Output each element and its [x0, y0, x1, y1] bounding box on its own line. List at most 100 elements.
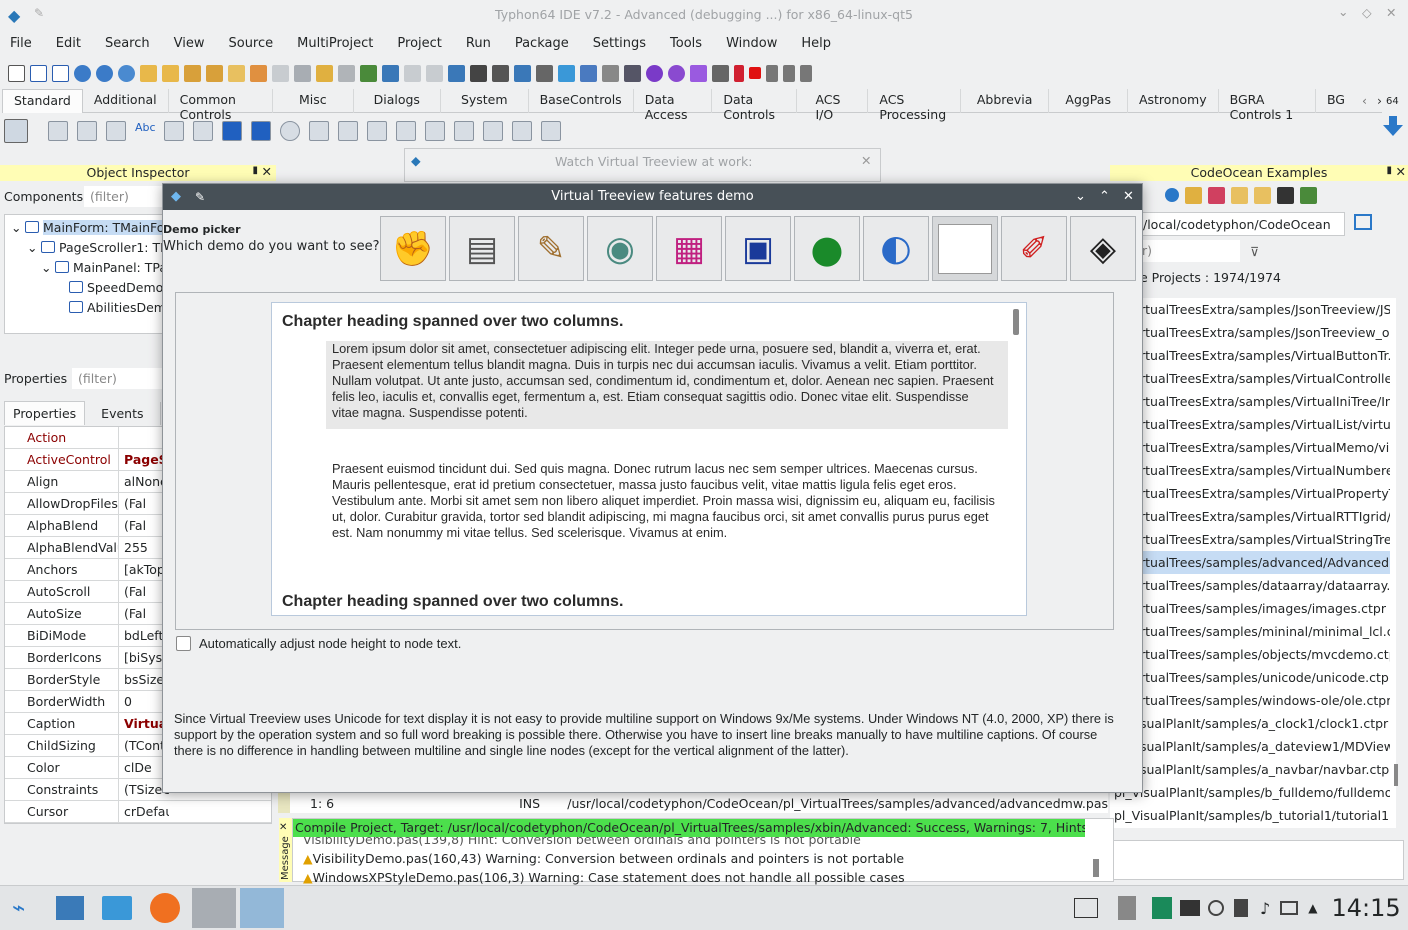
package-icon[interactable]: [206, 64, 223, 82]
tab-standard[interactable]: Standard: [2, 88, 83, 113]
list-item[interactable]: rtualTreesExtra/samples/JsonTreeview_o..…: [1110, 321, 1390, 344]
demo-multiline-button[interactable]: [932, 216, 998, 281]
menu-package[interactable]: Package: [515, 36, 569, 51]
tab-dialogs[interactable]: Dialogs: [354, 88, 441, 113]
auto-adjust-option[interactable]: Automatically adjust node height to node…: [176, 636, 461, 651]
demo-drawing-button[interactable]: ▣: [725, 216, 791, 281]
dialog-close-icon[interactable]: ✕: [1123, 184, 1134, 210]
co-binoculars-icon[interactable]: [1277, 186, 1294, 204]
demo-grid-button[interactable]: ▦: [656, 216, 722, 281]
list-item[interactable]: rtualTreesExtra/samples/VirtualControlle…: [1110, 367, 1390, 390]
radiobutton-icon[interactable]: [280, 121, 300, 141]
edit-icon[interactable]: [360, 64, 377, 82]
close-icon[interactable]: ✕: [1386, 5, 1396, 20]
demo-visibility-button[interactable]: ◉: [587, 216, 653, 281]
tab-system[interactable]: System: [441, 88, 529, 113]
view-forms-icon[interactable]: [272, 64, 289, 82]
list-item[interactable]: rtualTrees/samples/mininal/minimal_lcl.c…: [1110, 620, 1390, 643]
step-out-icon[interactable]: [800, 64, 812, 82]
find-in-files-icon[interactable]: [492, 64, 509, 82]
list-item[interactable]: rtualTrees/samples/windows-ole/ole.ctpr: [1110, 689, 1390, 712]
list-item-selected[interactable]: rtualTrees/samples/advanced/Advanced....: [1110, 551, 1390, 574]
radiogroup-icon[interactable]: [425, 121, 445, 141]
tools-icon[interactable]: [602, 64, 619, 82]
list-item[interactable]: rtualTreesExtra/samples/VirtualPropertyT…: [1110, 482, 1390, 505]
layers-icon[interactable]: [580, 64, 597, 82]
trash-icon[interactable]: [1118, 896, 1136, 920]
tab-bg[interactable]: BG: [1316, 89, 1356, 113]
demo-windows-button[interactable]: ◐: [863, 216, 929, 281]
tab-acs-processing[interactable]: ACS Processing: [868, 88, 961, 122]
checkgroup-icon[interactable]: [454, 121, 474, 141]
scrollbar-icon[interactable]: [367, 121, 387, 141]
codeocean-search[interactable]: r): [1140, 240, 1240, 262]
messages-close-icon[interactable]: ✕: [279, 822, 287, 833]
tab-acs-io[interactable]: ACS I/O: [797, 88, 869, 122]
binoculars-icon[interactable]: [470, 64, 487, 82]
messages-scrollbar[interactable]: [1093, 859, 1099, 877]
save-icon[interactable]: [294, 64, 311, 82]
menu-project[interactable]: Project: [397, 36, 441, 51]
units-icon[interactable]: [404, 64, 421, 82]
message-line[interactable]: ▲VisibilityDemo.pas(160,43) Warning: Con…: [293, 849, 1113, 868]
search-icon[interactable]: [118, 64, 135, 82]
list-item[interactable]: rtualTreesExtra/samples/VirtualList/virt…: [1110, 413, 1390, 436]
label-icon[interactable]: Abc: [135, 121, 156, 141]
list-item[interactable]: sualPlanIt/samples/a_dateview1/MDView...: [1110, 735, 1390, 758]
list-item[interactable]: rtualTreesExtra/samples/VirtualButtonTr.…: [1110, 344, 1390, 367]
mainmenu-icon[interactable]: [48, 121, 68, 141]
co-browse-icon[interactable]: [1354, 214, 1372, 230]
show-desktop-icon[interactable]: [1074, 898, 1098, 918]
run-icon[interactable]: [690, 64, 707, 82]
menu-settings[interactable]: Settings: [593, 36, 646, 51]
list-item[interactable]: pl_VisualPlanIt/samples/b_tutorial1/tuto…: [1110, 804, 1390, 827]
list-item[interactable]: sualPlanIt/samples/a_clock1/clock1.ctpr: [1110, 712, 1390, 735]
tab-abbrevia[interactable]: Abbrevia: [961, 88, 1050, 113]
co-folder-icon[interactable]: [1231, 186, 1248, 204]
togglebox-icon[interactable]: [222, 121, 242, 141]
menu-edit[interactable]: Edit: [56, 36, 81, 51]
network-icon[interactable]: [558, 64, 575, 82]
terminal-icon[interactable]: [1180, 900, 1200, 916]
tree-node-abilitiesdemo[interactable]: AbilitiesDemo: [87, 300, 174, 315]
paragraph-node[interactable]: Praesent euismod tincidunt dui. Sed quis…: [332, 461, 996, 541]
save-all-icon[interactable]: [184, 64, 201, 82]
list-item[interactable]: rtualTrees/samples/objects/mvcdemo.ctpr: [1110, 643, 1390, 666]
pointer-icon[interactable]: [4, 119, 28, 143]
monitor-icon[interactable]: [624, 64, 641, 82]
toggle-form-icon[interactable]: [448, 64, 465, 82]
demo-general-button[interactable]: ▤: [449, 216, 515, 281]
clear-filter-icon[interactable]: ⊽: [1250, 244, 1259, 259]
system-monitor-icon[interactable]: [1152, 897, 1172, 919]
tab-data-controls[interactable]: Data Controls: [712, 88, 798, 122]
options-icon[interactable]: [382, 64, 399, 82]
run-package-icon[interactable]: [250, 64, 267, 82]
co-close-icon[interactable]: ✕: [1396, 164, 1406, 179]
codeocean-path[interactable]: /local/codetyphon/CodeOcean: [1140, 212, 1345, 236]
step-into-icon[interactable]: [766, 64, 778, 82]
open-project-icon[interactable]: [74, 64, 91, 82]
minimize-icon[interactable]: ⌄: [1338, 4, 1348, 19]
tab-basecontrols[interactable]: BaseControls: [529, 88, 634, 113]
combobox-icon[interactable]: [338, 121, 358, 141]
menu-multiproject[interactable]: MultiProject: [297, 36, 373, 51]
tab-events[interactable]: Events: [85, 401, 161, 425]
menu-file[interactable]: File: [10, 36, 32, 51]
oi-pin-icon[interactable]: ▮: [252, 165, 258, 176]
list-item[interactable]: rtualTrees/samples/unicode/unicode.ctpr: [1110, 666, 1390, 689]
demo-properties-button[interactable]: ✎: [518, 216, 584, 281]
multiline-treeview[interactable]: Chapter heading spanned over two columns…: [271, 302, 1027, 616]
dialog-pin-icon[interactable]: ✎: [195, 184, 205, 210]
new-file-icon[interactable]: [8, 64, 25, 82]
dialog-minimize-icon[interactable]: ⌄: [1075, 184, 1086, 210]
download-arrow-icon[interactable]: [1383, 116, 1403, 136]
open-recent-icon[interactable]: [96, 64, 113, 82]
tab-misc[interactable]: Misc: [273, 88, 354, 113]
tab-additional[interactable]: Additional: [83, 88, 169, 113]
property-value[interactable]: crDefault: [119, 801, 169, 822]
step-icon[interactable]: [712, 64, 729, 82]
demo-web-button[interactable]: ●: [794, 216, 860, 281]
menu-run[interactable]: Run: [466, 36, 491, 51]
co-grid-icon[interactable]: [1208, 186, 1225, 204]
list-item[interactable]: rtualTrees/samples/images/images.ctpr: [1110, 597, 1390, 620]
